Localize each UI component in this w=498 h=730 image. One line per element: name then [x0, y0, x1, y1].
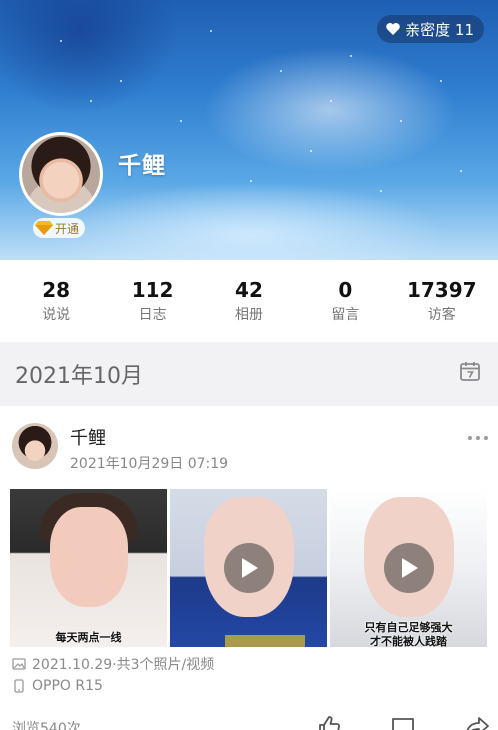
profile-nickname: 千鲤 [118, 153, 166, 179]
diamond-icon [35, 221, 53, 235]
post-avatar[interactable] [12, 423, 58, 469]
stat-label: 日志 [138, 307, 167, 323]
play-icon[interactable] [224, 543, 274, 593]
intimacy-badge[interactable]: 亲密度 11 [377, 15, 484, 43]
image-icon [12, 658, 26, 670]
stat-label: 留言 [331, 307, 360, 323]
post-media-meta: 2021.10.29·共3个照片/视频 [12, 654, 214, 674]
post-device: OPPO R15 [12, 678, 103, 694]
post-author[interactable]: 千鲤 [70, 424, 106, 450]
stat-value: 0 [338, 278, 353, 302]
photo-caption: 才不能被人践踏 [370, 635, 447, 647]
post-video[interactable]: 只有自己足够强大 才不能被人践踏 [330, 489, 487, 647]
stat-value: 112 [131, 278, 174, 302]
stat-posts[interactable]: 28 说说 [11, 277, 101, 325]
cover-image: 亲密度 11 开通 千鲤 [0, 0, 498, 260]
post-video[interactable] [170, 489, 327, 647]
profile-avatar-group[interactable]: 开通 [19, 132, 103, 238]
calendar-icon[interactable] [459, 360, 481, 382]
vip-label: 开通 [55, 221, 80, 236]
avatar[interactable] [19, 132, 103, 216]
comment-icon[interactable] [390, 714, 416, 730]
stat-albums[interactable]: 42 相册 [204, 277, 294, 325]
stat-visitors[interactable]: 17397 访客 [397, 277, 487, 325]
stats-bar: 28 说说 112 日志 42 相册 0 留言 17397 访客 [0, 260, 498, 342]
photo-caption: 每天两点一线 [55, 631, 122, 644]
heart-icon [386, 23, 400, 35]
stat-label: 说说 [42, 307, 71, 323]
post-photo[interactable]: 每天两点一线 [10, 489, 167, 647]
more-options-icon[interactable] [468, 436, 488, 440]
stat-value: 42 [235, 278, 263, 302]
intimacy-label: 亲密度 11 [405, 20, 474, 39]
feed-post: 千鲤 2021年10月29日 07:19 每天两点一线 只有自己足够强大 才不能… [0, 406, 498, 730]
profile-page: 亲密度 11 开通 千鲤 28 说说 112 日志 42 相册 0 留言 173… [0, 0, 498, 730]
timeline-month: 2021年10月 [15, 364, 143, 389]
post-actions [316, 714, 490, 730]
post-media-meta-text: 2021.10.29·共3个照片/视频 [32, 657, 215, 673]
post-views: 浏览540次 [12, 721, 81, 730]
stat-value: 17397 [406, 278, 477, 302]
like-icon[interactable] [316, 714, 342, 730]
vip-badge[interactable]: 开通 [33, 218, 86, 238]
stat-label: 相册 [234, 307, 263, 323]
stat-messages[interactable]: 0 留言 [300, 277, 390, 325]
phone-icon [14, 679, 24, 693]
post-media-grid: 每天两点一线 只有自己足够强大 才不能被人践踏 [10, 489, 488, 647]
post-device-text: OPPO R15 [32, 678, 103, 694]
share-icon[interactable] [464, 714, 490, 730]
stat-value: 28 [42, 278, 71, 302]
stat-blogs[interactable]: 112 日志 [108, 277, 198, 325]
play-icon[interactable] [384, 543, 434, 593]
post-time: 2021年10月29日 07:19 [70, 456, 229, 472]
stat-label: 访客 [427, 307, 456, 323]
